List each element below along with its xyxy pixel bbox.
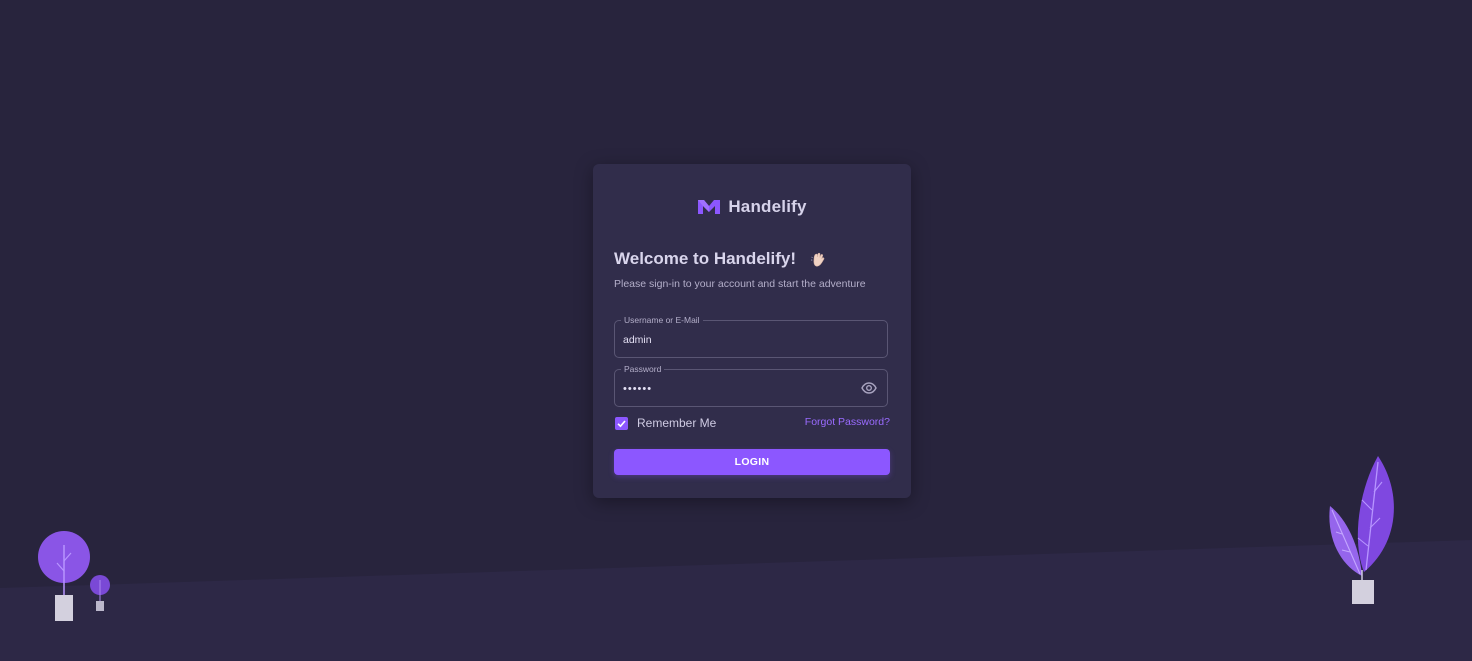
- login-card: Handelify Welcome to Handelify! Please s…: [593, 164, 911, 498]
- welcome-subtitle: Please sign-in to your account and start…: [614, 278, 866, 290]
- username-input[interactable]: [623, 330, 853, 350]
- m-logo-icon: [698, 200, 721, 214]
- password-field: Password: [614, 364, 888, 407]
- brand: Handelify: [593, 196, 911, 218]
- password-input[interactable]: [623, 379, 853, 399]
- remember-me-label: Remember Me: [637, 416, 717, 430]
- welcome-title: Welcome to Handelify!: [614, 249, 796, 268]
- checkmark-icon: [617, 419, 626, 427]
- login-page: Handelify Welcome to Handelify! Please s…: [0, 0, 1472, 661]
- login-button[interactable]: LOGIN: [614, 449, 890, 475]
- remember-me-checkbox[interactable]: [615, 416, 628, 430]
- remember-me[interactable]: Remember Me: [615, 416, 716, 430]
- username-field: Username or E-Mail: [614, 315, 888, 358]
- forgot-password-link[interactable]: Forgot Password?: [805, 416, 890, 428]
- eye-icon[interactable]: [861, 381, 877, 395]
- username-label: Username or E-Mail: [621, 315, 703, 326]
- leaf-plant-icon: [1329, 456, 1394, 604]
- waving-hand-icon: [810, 252, 825, 267]
- small-tree-icon: [90, 575, 110, 611]
- brand-name: Handelify: [728, 197, 807, 216]
- password-label: Password: [621, 364, 665, 375]
